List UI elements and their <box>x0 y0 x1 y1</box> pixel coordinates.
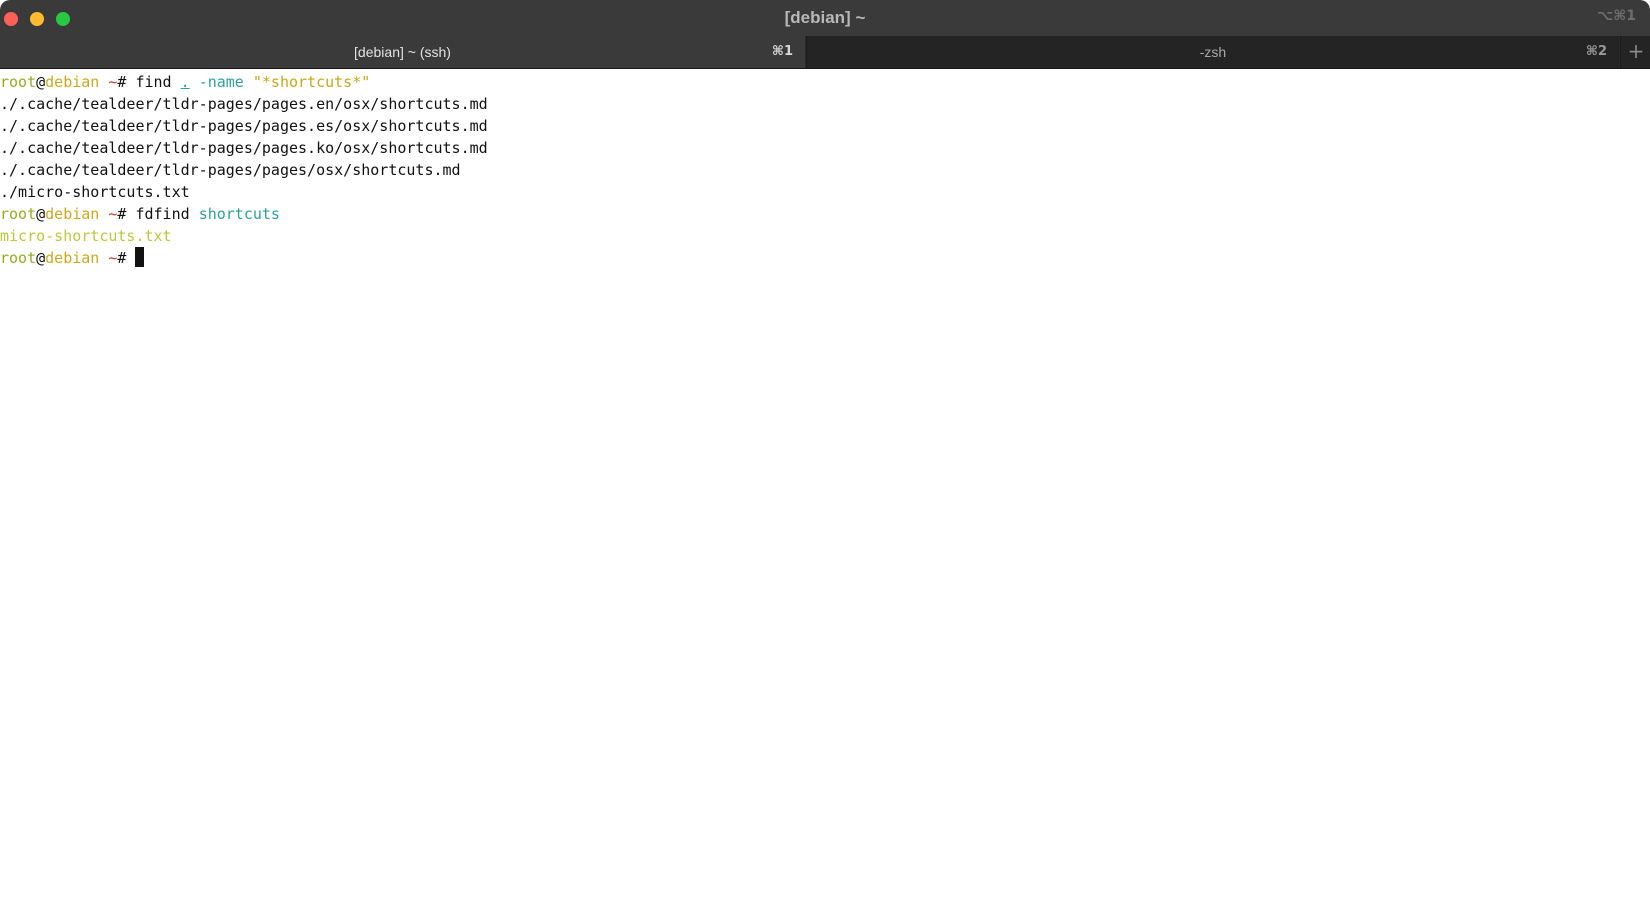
tab-shortcut: ⌘1 <box>771 44 793 59</box>
terminal-output[interactable]: root@debian ~# find . -name "*shortcuts*… <box>0 71 1650 898</box>
prompt-user: root <box>0 249 37 267</box>
prompt-host: debian <box>45 249 100 267</box>
output-line: ./.cache/tealdeer/tldr-pages/pages/osx/s… <box>0 161 461 179</box>
command-argument: . <box>180 73 190 91</box>
prompt-at: @ <box>36 73 46 91</box>
tab-zsh[interactable]: -zsh ⌘2 <box>806 36 1619 68</box>
prompt-host: debian <box>45 73 100 91</box>
prompt-at: @ <box>36 205 46 223</box>
command-pattern: "*shortcuts*" <box>252 73 371 91</box>
prompt-user: root <box>0 205 37 223</box>
current-prompt-line[interactable]: root@debian ~# <box>0 247 1650 269</box>
output-line: ./micro-shortcuts.txt <box>0 183 190 201</box>
output-line: ./.cache/tealdeer/tldr-pages/pages.en/os… <box>0 95 488 113</box>
tab-bar: [debian] ~ (ssh) ⌘1 -zsh ⌘2 + <box>0 36 1650 69</box>
command-name: find <box>135 73 172 91</box>
prompt-symbol: # <box>117 73 136 91</box>
command-argument: shortcuts <box>198 205 280 223</box>
command-argument: -name <box>198 73 244 91</box>
prompt-dir: ~ <box>99 205 118 223</box>
tab-debian-ssh[interactable]: [debian] ~ (ssh) ⌘1 <box>0 36 805 68</box>
tab-label: [debian] ~ (ssh) <box>354 44 451 60</box>
prompt-dir: ~ <box>99 73 118 91</box>
output-line: ./.cache/tealdeer/tldr-pages/pages.es/os… <box>0 117 488 135</box>
terminal-window: [debian] ~ ⌥⌘1 [debian] ~ (ssh) ⌘1 -zsh … <box>0 0 1650 898</box>
tab-shortcut: ⌘2 <box>1585 44 1607 59</box>
new-tab-plus-icon[interactable]: + <box>1620 36 1650 68</box>
command-line: root@debian ~# find . -name "*shortcuts*… <box>0 71 1650 93</box>
prompt-symbol: # <box>117 205 136 223</box>
title-bar[interactable]: [debian] ~ ⌥⌘1 <box>0 0 1650 36</box>
command-line: root@debian ~# fdfind shortcuts <box>0 203 1650 225</box>
prompt-dir: ~ <box>99 249 118 267</box>
window-title: [debian] ~ <box>784 8 866 27</box>
window-shortcut: ⌥⌘1 <box>1597 8 1636 24</box>
tab-label: -zsh <box>1199 44 1227 60</box>
command-name: fdfind <box>135 205 190 223</box>
prompt-at: @ <box>36 249 46 267</box>
prompt-user: root <box>0 73 37 91</box>
output-line: micro-shortcuts.txt <box>0 227 172 245</box>
text-cursor <box>135 247 145 267</box>
prompt-symbol: # <box>117 249 136 267</box>
prompt-host: debian <box>45 205 100 223</box>
output-line: ./.cache/tealdeer/tldr-pages/pages.ko/os… <box>0 139 488 157</box>
